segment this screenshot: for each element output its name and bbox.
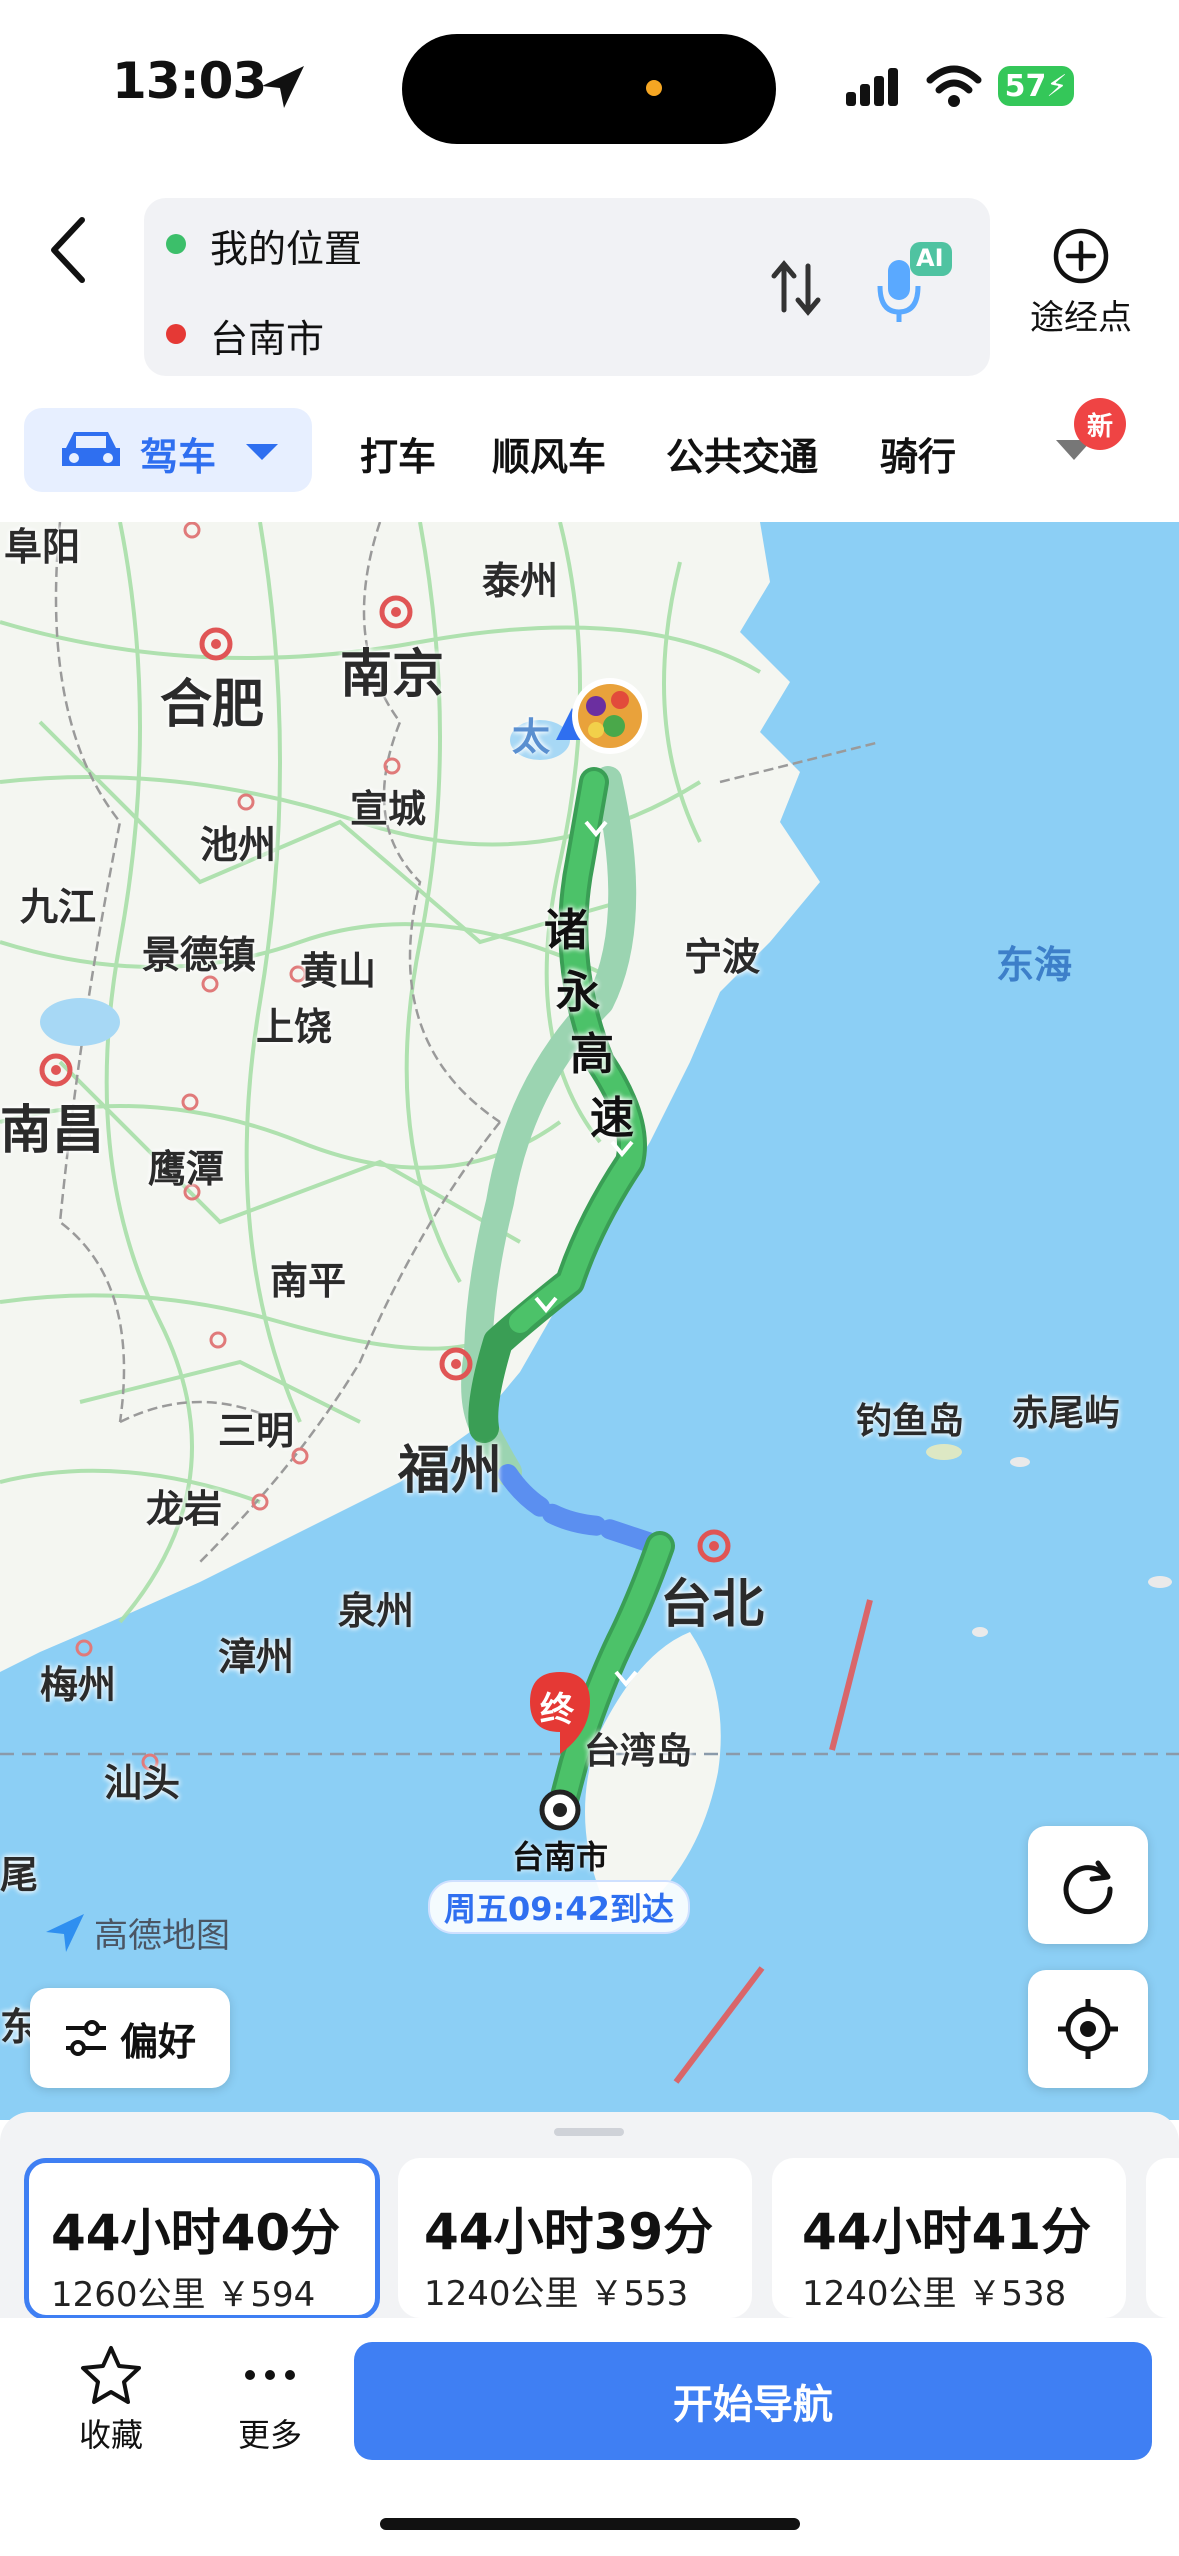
destination-field[interactable]: 台南市 [210,308,324,363]
route-duration: 44小时41分 [802,2203,1092,2261]
more-label: 更多 [237,2416,302,2454]
tab-taxi[interactable]: 打车 [360,426,436,481]
location-arrow-icon [262,66,304,108]
favorite-label: 收藏 [78,2416,143,2454]
map-label-east-sea: 东海 [996,943,1073,987]
ai-voice-button[interactable]: AI [876,242,954,324]
map-label-jingdezhen: 景德镇 [142,933,257,977]
signal-icon [846,68,898,106]
route-option-card[interactable]: 44小时41分 1240公里 ￥538 [772,2158,1126,2318]
tab-drive-label: 驾车 [140,435,217,479]
map-label-xuancheng: 宣城 [350,787,427,831]
map-label-quanzhou: 泉州 [338,1589,415,1633]
start-navigation-button[interactable]: 开始导航 [354,2342,1152,2460]
map-label-tai: 太 [512,715,551,759]
map-label-ningbo: 宁波 [684,935,761,979]
map-label-longyan: 龙岩 [146,1487,223,1531]
map-label-diaoyu: 钓鱼岛 [856,1401,965,1442]
home-indicator[interactable] [380,2518,800,2530]
preference-button[interactable]: 偏好 [30,1988,230,2088]
new-badge: 新 [1074,398,1126,450]
route-option-card[interactable]: 44小时39分 1240公里 ￥553 [398,2158,752,2318]
more-dots-icon [245,2370,295,2380]
map-label-zhangzhou: 漳州 [218,1635,295,1679]
road-name-char: 诸 [544,905,588,956]
map-label-shangrao: 上饶 [256,1005,333,1049]
origin-field[interactable]: 我的位置 [210,218,362,273]
map-label-hefei: 合肥 [160,675,265,735]
tab-transit[interactable]: 公共交通 [666,426,818,481]
tab-carpool[interactable]: 顺风车 [492,426,606,481]
refresh-route-button[interactable] [1028,1826,1148,1944]
route-duration: 44小时39分 [424,2203,714,2261]
map-label-jiujiang: 九江 [20,885,97,929]
map-label-nanping: 南平 [270,1259,347,1303]
logo-text: 高德地图 [94,1916,230,1956]
back-button[interactable] [40,210,100,290]
sheet-handle[interactable] [554,2128,624,2136]
origin-dot [166,234,186,254]
destination-marker[interactable]: 终 [540,1682,574,1731]
add-waypoint-button[interactable]: 途经点 [1016,226,1146,346]
sliders-icon [65,2020,106,2056]
preference-label: 偏好 [119,2019,196,2064]
road-name-char: 永 [556,967,600,1018]
swap-icon[interactable] [766,258,826,318]
destination-dot [166,324,186,344]
map-logo: 高德地图 [44,1908,230,1957]
map-label-wei: 尾 [0,1853,39,1897]
favorite-button[interactable]: 收藏 [56,2344,166,2456]
star-icon [81,2346,141,2404]
arrival-time: 周五09:42到达 [428,1880,690,1934]
locate-button[interactable] [1028,1970,1148,2088]
plus-circle-icon [1053,228,1109,284]
status-time: 13:03 [112,52,267,110]
ai-label: AI [916,244,944,272]
map-label-fuyang: 阜阳 [4,525,81,569]
road-name-char: 高 [570,1029,614,1080]
tab-bike[interactable]: 骑行 [880,426,956,481]
map-label-nanchang: 南昌 [0,1101,105,1161]
route-distance-cost: 1260公里 ￥594 [51,2275,316,2315]
chevron-down-icon[interactable] [244,440,280,464]
destination-label: 台南市 [512,1838,609,1876]
map-label-shantou: 汕头 [104,1761,181,1805]
battery-indicator: 57 ⚡ [998,66,1074,106]
map-label-taizhou: 泰州 [482,559,559,603]
route-option-card[interactable]: 44小时40分 1260公里 ￥594 [24,2158,380,2320]
map-label-taipei: 台北 [660,1575,765,1635]
more-button[interactable]: 更多 [220,2344,320,2456]
dynamic-island [402,34,776,144]
route-option-card-partial[interactable] [1146,2158,1179,2318]
map-label-meizhou: 梅州 [40,1663,117,1707]
map-label-nanjing: 南京 [340,645,445,705]
map-label-huangshan: 黄山 [300,949,377,993]
refresh-icon [1063,1860,1113,1915]
locate-icon [1058,1999,1118,2059]
map-label-chizhou: 池州 [200,823,277,867]
route-distance-cost: 1240公里 ￥553 [424,2274,689,2314]
map-label-chiwei: 赤尾屿 [1012,1393,1121,1434]
wifi-icon [926,65,982,107]
road-name-char: 速 [590,1093,634,1144]
waypoint-label: 途经点 [1030,298,1132,338]
map-label-taiwan-island: 台湾岛 [584,1731,693,1772]
route-distance-cost: 1240公里 ￥538 [802,2274,1067,2314]
recording-indicator [646,80,662,96]
car-icon [62,432,120,466]
map-label-fuzhou: 福州 [398,1441,503,1501]
amap-logo-icon [46,1913,84,1952]
map-label-sanming: 三明 [218,1409,295,1453]
map-label-yingtan: 鹰潭 [148,1147,225,1191]
route-duration: 44小时40分 [51,2204,341,2262]
